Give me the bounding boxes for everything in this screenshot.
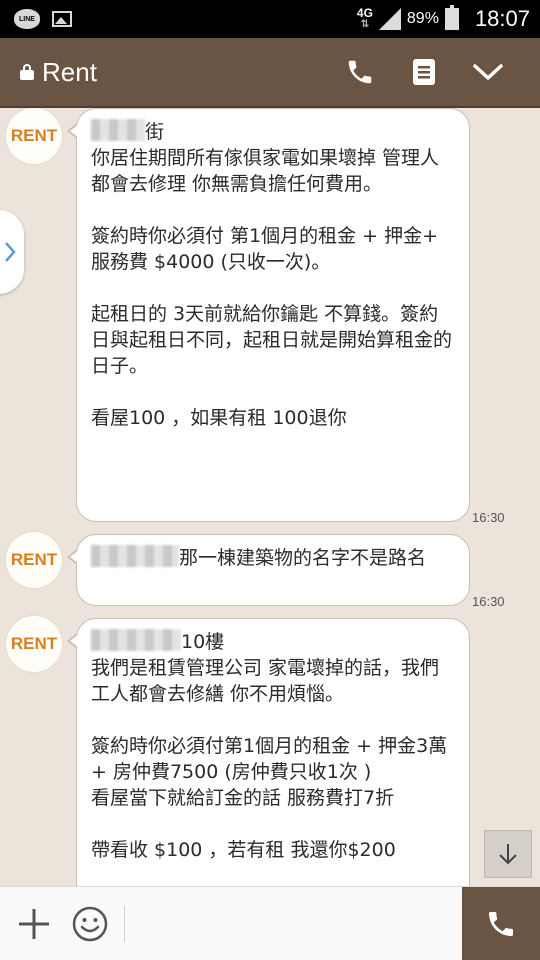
message-time: 16:30 bbox=[472, 510, 505, 525]
smiley-icon bbox=[72, 906, 108, 941]
phone-icon bbox=[348, 60, 372, 84]
redacted-text bbox=[91, 545, 179, 567]
redacted-text bbox=[91, 119, 145, 141]
menu-expand-button[interactable] bbox=[456, 42, 520, 102]
message-text: 你居住期間所有傢俱家電如果壞掉 管理人都會去修理 你無需負擔任何費用。 簽約時你… bbox=[91, 147, 453, 429]
notification-icons: LINE bbox=[14, 9, 72, 29]
signal-icon bbox=[378, 8, 401, 30]
side-drawer-handle[interactable] bbox=[0, 210, 24, 294]
message-input[interactable] bbox=[125, 886, 462, 960]
line-app-icon: LINE bbox=[14, 9, 40, 29]
message-bubble[interactable]: 街 你居住期間所有傢俱家電如果壞掉 管理人都會去修理 你無需負擔任何費用。 簽約… bbox=[67, 108, 470, 522]
notes-header-button[interactable] bbox=[392, 42, 456, 102]
chat-title[interactable]: Rent bbox=[42, 57, 328, 88]
gallery-icon bbox=[52, 11, 72, 27]
redacted-text bbox=[91, 629, 181, 651]
chat-header: Rent bbox=[0, 38, 540, 108]
emoji-button[interactable] bbox=[64, 887, 116, 960]
lock-icon bbox=[20, 64, 34, 80]
sender-avatar[interactable]: RENT bbox=[6, 532, 62, 588]
network-indicator: 4G ⇅ bbox=[357, 7, 373, 31]
chat-history[interactable]: RENT 街 你居住期間所有傢俱家電如果壞掉 管理人都會去修理 你無需負擔任何費… bbox=[0, 108, 540, 886]
message-time: 16:30 bbox=[472, 594, 505, 609]
message-bubble[interactable]: 那一棟建築物的名字不是路名 bbox=[67, 534, 470, 606]
chevron-down-icon bbox=[473, 64, 503, 80]
message-text: 我們是租賃管理公司 家電壞掉的話，我們工人都會去修繕 你不用煩惱。 簽約時你必須… bbox=[91, 657, 448, 861]
battery-percent: 89% bbox=[406, 10, 439, 27]
plus-icon bbox=[19, 908, 49, 939]
call-header-button[interactable] bbox=[328, 42, 392, 102]
chevron-right-icon bbox=[5, 242, 16, 262]
attach-button[interactable] bbox=[4, 887, 64, 960]
battery-icon bbox=[444, 5, 459, 30]
scroll-to-bottom-button[interactable] bbox=[484, 830, 532, 878]
data-arrows-icon: ⇅ bbox=[360, 19, 370, 30]
network-type-label: 4G bbox=[356, 6, 373, 20]
status-time: 18:07 bbox=[474, 6, 530, 31]
notes-icon bbox=[413, 59, 435, 85]
phone-icon bbox=[489, 911, 513, 936]
status-bar: LINE 4G ⇅ 89% 18:07 bbox=[0, 0, 540, 38]
message-text-first-line: 街 bbox=[145, 121, 165, 143]
sender-avatar[interactable]: RENT bbox=[6, 108, 62, 164]
message-bubble[interactable]: 10樓 我們是租賃管理公司 家電壞掉的話，我們工人都會去修繕 你不用煩惱。 簽約… bbox=[67, 618, 470, 886]
arrow-down-icon bbox=[499, 844, 517, 865]
sender-avatar[interactable]: RENT bbox=[6, 616, 62, 672]
system-indicators: 4G ⇅ 89% 18:07 bbox=[357, 5, 530, 32]
message-text-first-line: 那一棟建築物的名字不是路名 bbox=[179, 547, 427, 569]
call-button[interactable] bbox=[462, 886, 540, 960]
message-text-first-line: 10樓 bbox=[181, 631, 225, 653]
message-composer bbox=[0, 886, 540, 960]
